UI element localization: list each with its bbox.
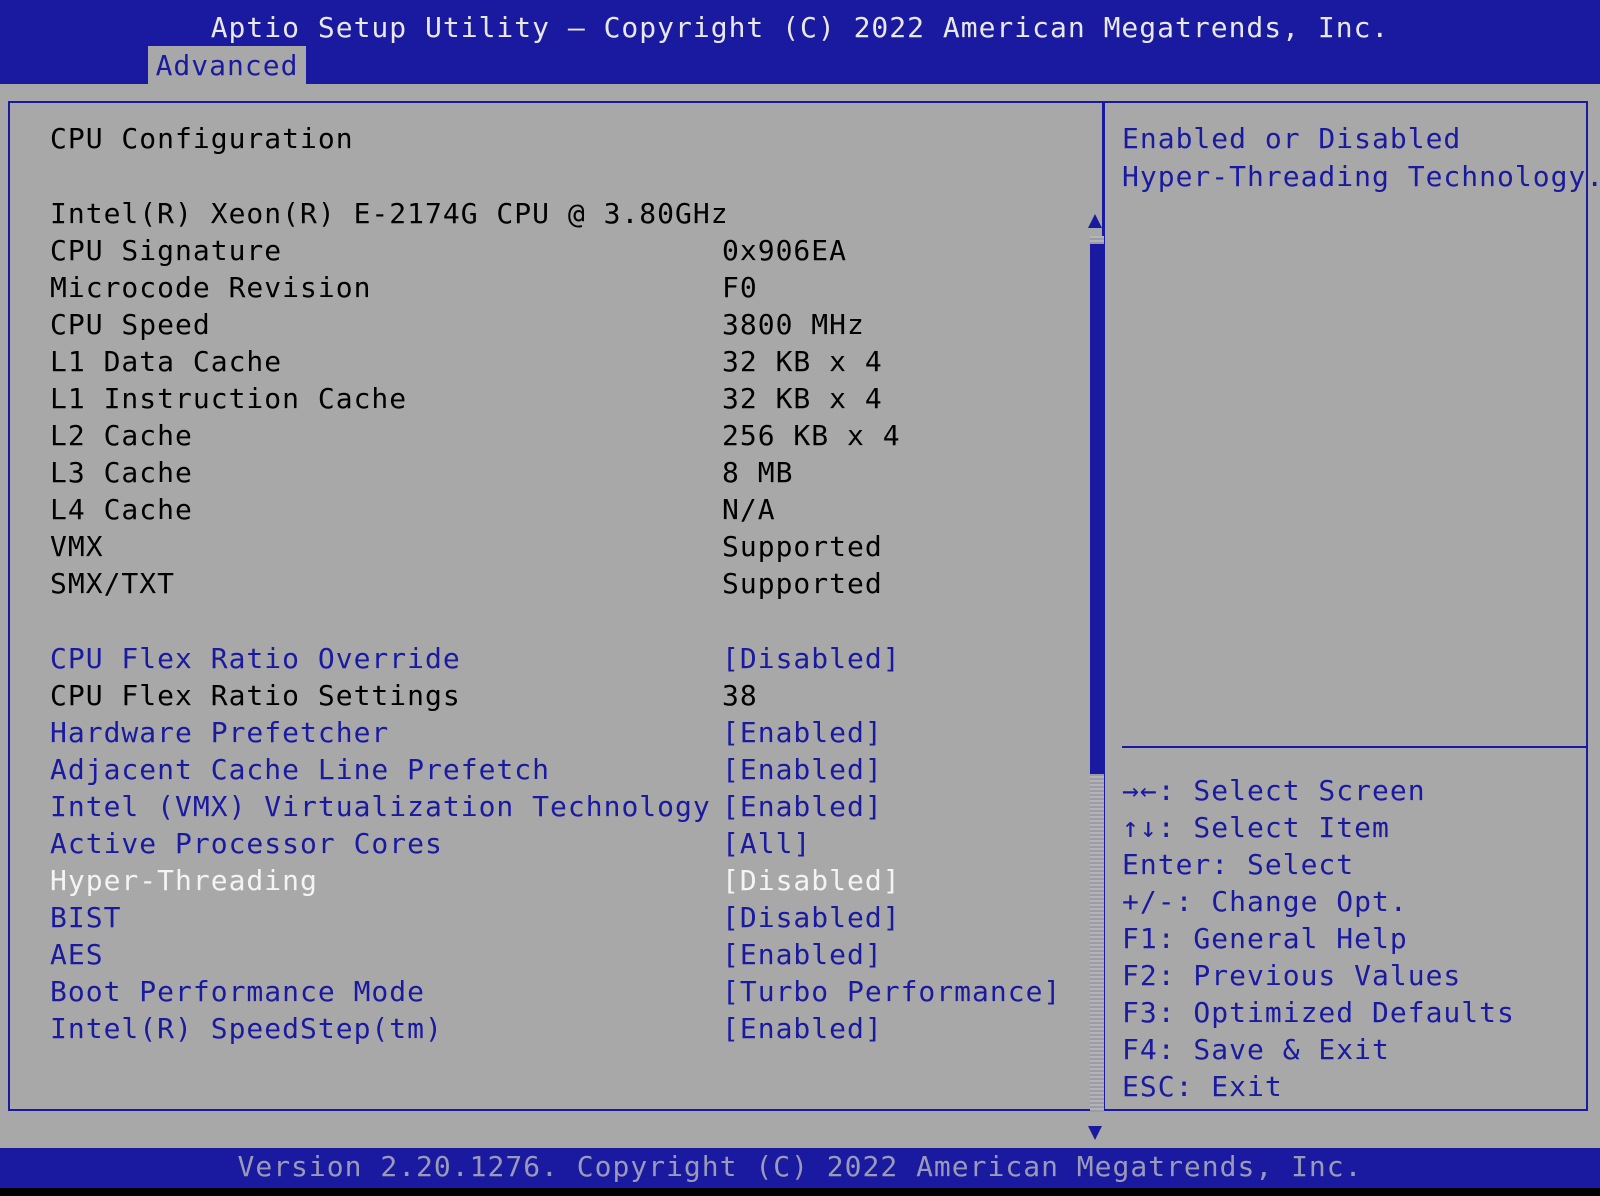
main-area: CPU Configuration Intel(R) Xeon(R) E-217… bbox=[0, 84, 1600, 1148]
setting-label: BIST bbox=[50, 901, 122, 934]
setting-aes[interactable]: AES [Enabled] bbox=[50, 936, 882, 974]
setting-hardware-prefetcher[interactable]: Hardware Prefetcher [Enabled] bbox=[50, 714, 882, 752]
info-label: CPU Signature bbox=[50, 234, 283, 267]
info-row-l1-data-cache: L1 Data Cache 32 KB x 4 bbox=[50, 343, 882, 381]
info-value: 0x906EA bbox=[722, 234, 848, 267]
app-title: Aptio Setup Utility – Copyright (C) 2022… bbox=[210, 11, 1390, 44]
info-value: Supported bbox=[722, 567, 883, 600]
setting-value[interactable]: [Enabled] bbox=[722, 751, 883, 789]
setting-label: Boot Performance Mode bbox=[50, 975, 426, 1008]
setting-cpu-flex-ratio-settings: CPU Flex Ratio Settings 38 bbox=[50, 677, 757, 715]
setting-value[interactable]: [Turbo Performance] bbox=[722, 973, 1061, 1011]
info-value: 8 MB bbox=[722, 456, 794, 489]
info-label: Microcode Revision bbox=[50, 271, 372, 304]
scroll-down-arrow-icon[interactable] bbox=[1088, 1126, 1102, 1140]
setting-bist[interactable]: BIST [Disabled] bbox=[50, 899, 900, 937]
setting-active-processor-cores[interactable]: Active Processor Cores [All] bbox=[50, 825, 810, 863]
setting-cpu-flex-ratio-override[interactable]: CPU Flex Ratio Override [Disabled] bbox=[50, 640, 900, 678]
setting-hyper-threading[interactable]: Hyper-Threading [Disabled] bbox=[50, 862, 900, 900]
setting-label: Active Processor Cores bbox=[50, 827, 443, 860]
setting-value[interactable]: [All] bbox=[722, 825, 811, 863]
help-divider bbox=[1122, 746, 1586, 748]
key-hint-f3: F3: Optimized Defaults bbox=[1122, 996, 1515, 1029]
key-hint-change-opt: +/-: Change Opt. bbox=[1122, 885, 1408, 918]
tab-advanced[interactable]: Advanced bbox=[148, 46, 306, 84]
help-line: Hyper-Threading Technology. bbox=[1122, 160, 1600, 193]
info-value: 32 KB x 4 bbox=[722, 382, 883, 415]
info-row-smx-txt: SMX/TXT Supported bbox=[50, 565, 882, 603]
setting-label: Hyper-Threading bbox=[50, 864, 318, 897]
help-line: Enabled or Disabled bbox=[1122, 122, 1462, 155]
key-hint-f4: F4: Save & Exit bbox=[1122, 1033, 1390, 1066]
setting-value: 38 bbox=[722, 679, 758, 712]
key-hint-f1: F1: General Help bbox=[1122, 922, 1408, 955]
setting-vmx-virtualization[interactable]: Intel (VMX) Virtualization Technology [E… bbox=[50, 788, 882, 826]
footer-version: Version 2.20.1276. Copyright (C) 2022 Am… bbox=[0, 1148, 1600, 1188]
setting-value[interactable]: [Disabled] bbox=[722, 640, 901, 678]
setting-value[interactable]: [Enabled] bbox=[722, 714, 883, 752]
info-value: 256 KB x 4 bbox=[722, 419, 901, 452]
info-value: N/A bbox=[722, 493, 776, 526]
info-label: L4 Cache bbox=[50, 493, 193, 526]
setting-value[interactable]: [Disabled] bbox=[722, 899, 901, 937]
info-row-microcode-revision: Microcode Revision F0 bbox=[50, 269, 757, 307]
setting-label: Intel(R) SpeedStep(tm) bbox=[50, 1012, 443, 1045]
info-value: F0 bbox=[722, 271, 758, 304]
info-label: VMX bbox=[50, 530, 104, 563]
info-label: L2 Cache bbox=[50, 419, 193, 452]
processor-name: Intel(R) Xeon(R) E-2174G CPU @ 3.80GHz bbox=[50, 197, 729, 230]
setting-adjacent-cache-line-prefetch[interactable]: Adjacent Cache Line Prefetch [Enabled] bbox=[50, 751, 882, 789]
setting-label: Hardware Prefetcher bbox=[50, 716, 390, 749]
info-row-l1-instruction-cache: L1 Instruction Cache 32 KB x 4 bbox=[50, 380, 882, 418]
info-value: 32 KB x 4 bbox=[722, 345, 883, 378]
setting-value[interactable]: [Enabled] bbox=[722, 936, 883, 974]
info-value: Supported bbox=[722, 530, 883, 563]
key-hint-esc: ESC: Exit bbox=[1122, 1070, 1283, 1103]
setting-label: CPU Flex Ratio Override bbox=[50, 642, 461, 675]
setting-intel-speedstep[interactable]: Intel(R) SpeedStep(tm) [Enabled] bbox=[50, 1010, 882, 1048]
info-label: SMX/TXT bbox=[50, 567, 176, 600]
info-value: 3800 MHz bbox=[722, 308, 865, 341]
info-label: L3 Cache bbox=[50, 456, 193, 489]
key-hint-select-item: ↑↓: Select Item bbox=[1122, 811, 1390, 844]
setting-label: Adjacent Cache Line Prefetch bbox=[50, 753, 551, 786]
setting-label: CPU Flex Ratio Settings bbox=[50, 679, 461, 712]
info-row-vmx: VMX Supported bbox=[50, 528, 882, 566]
key-hint-enter: Enter: Select bbox=[1122, 848, 1355, 881]
help-description: Enabled or Disabled Hyper-Threading Techn… bbox=[1122, 120, 1600, 196]
info-row-l4-cache: L4 Cache N/A bbox=[50, 491, 775, 529]
info-row-cpu-speed: CPU Speed 3800 MHz bbox=[50, 306, 864, 344]
section-title: CPU Configuration bbox=[50, 122, 354, 155]
setting-label: AES bbox=[50, 938, 104, 971]
info-row-l2-cache: L2 Cache 256 KB x 4 bbox=[50, 417, 900, 455]
setting-value[interactable]: [Enabled] bbox=[722, 1010, 883, 1048]
setting-label: Intel (VMX) Virtualization Technology bbox=[50, 790, 711, 823]
setting-boot-performance-mode[interactable]: Boot Performance Mode [Turbo Performance… bbox=[50, 973, 1060, 1011]
info-label: L1 Data Cache bbox=[50, 345, 283, 378]
setting-value[interactable]: [Disabled] bbox=[722, 862, 901, 900]
header-bar: Aptio Setup Utility – Copyright (C) 2022… bbox=[0, 0, 1600, 84]
info-row-cpu-signature: CPU Signature 0x906EA bbox=[50, 232, 846, 270]
info-row-l3-cache: L3 Cache 8 MB bbox=[50, 454, 792, 492]
key-hint-f2: F2: Previous Values bbox=[1122, 959, 1462, 992]
key-hint-select-screen: →←: Select Screen bbox=[1122, 774, 1426, 807]
info-label: CPU Speed bbox=[50, 308, 211, 341]
scroll-up-arrow-icon[interactable] bbox=[1088, 214, 1102, 228]
setting-value[interactable]: [Enabled] bbox=[722, 788, 883, 826]
info-label: L1 Instruction Cache bbox=[50, 382, 408, 415]
scrollbar-thumb[interactable] bbox=[1090, 244, 1104, 774]
